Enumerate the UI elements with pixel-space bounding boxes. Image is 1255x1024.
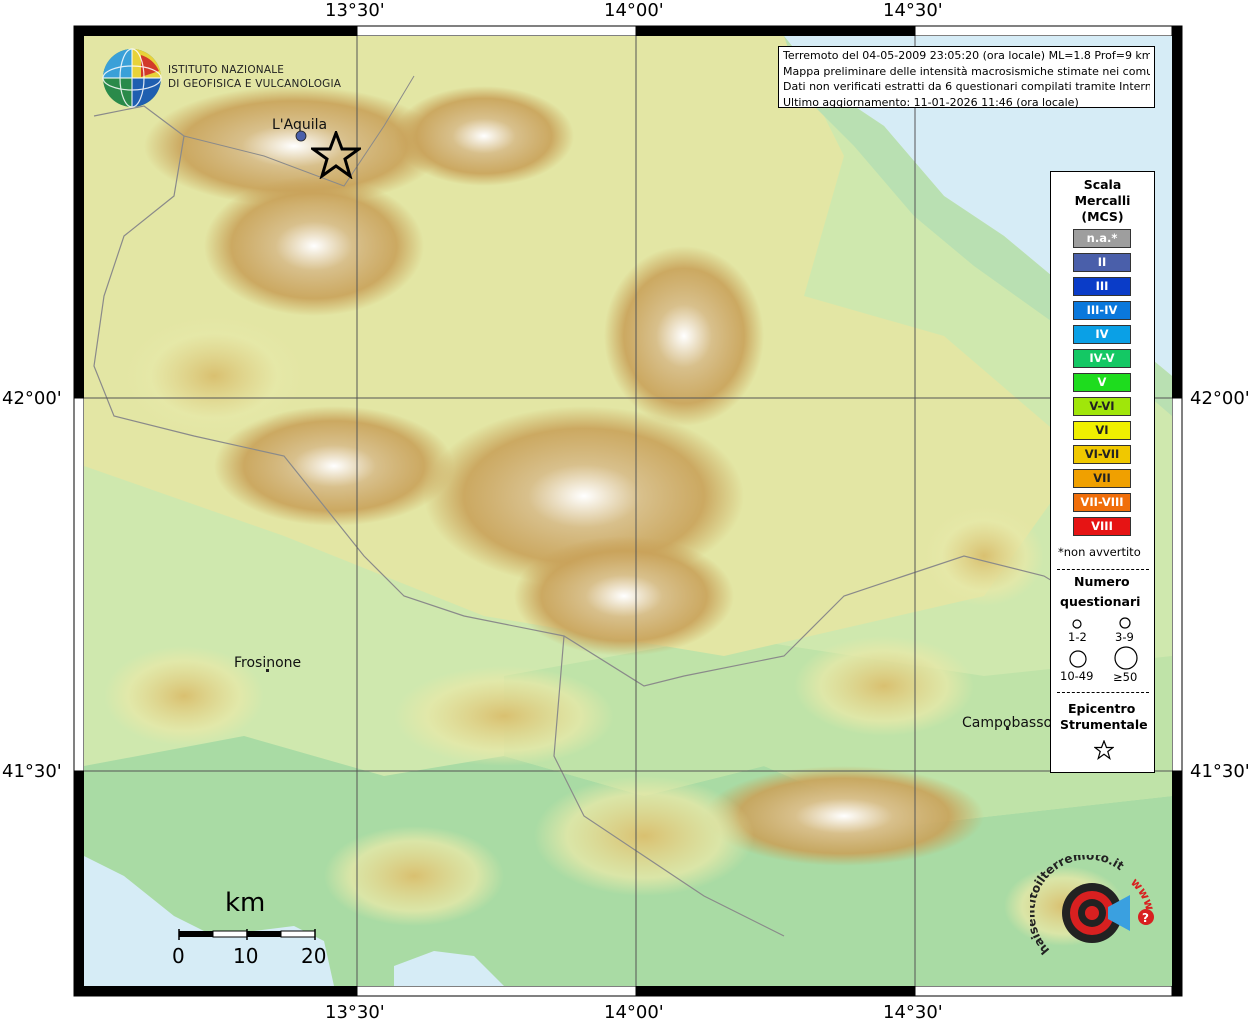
city-dot-frosinone bbox=[266, 669, 269, 672]
lat-label-left-4130: 41°30' bbox=[2, 761, 62, 782]
legend-numero-line1: Numero bbox=[1074, 574, 1130, 589]
scale-tick-20: 20 bbox=[301, 944, 327, 968]
epicenter-star-icon bbox=[311, 131, 361, 179]
legend-swatch-vii-viii: VII-VIII bbox=[1073, 493, 1131, 512]
legend-epicentro-line2: Strumentale bbox=[1060, 717, 1148, 732]
legend-swatch-iv-v: IV-V bbox=[1073, 349, 1131, 368]
lon-label-top-1400: 14°00' bbox=[604, 0, 664, 21]
legend-swatch-iii-iv: III-IV bbox=[1073, 301, 1131, 320]
size-label-3-9: 3-9 bbox=[1115, 630, 1134, 644]
info-line-3: Dati non verificati estratti da 6 questi… bbox=[783, 80, 1150, 93]
lat-label-left-4200: 42°00' bbox=[2, 388, 62, 409]
size-circle-50-icon bbox=[1114, 646, 1138, 670]
legend-swatch-vi: VI bbox=[1073, 421, 1131, 440]
ingv-globe-icon bbox=[102, 48, 162, 108]
legend-note: *non avvertito bbox=[1058, 545, 1141, 559]
size-label-1-2: 1-2 bbox=[1068, 630, 1087, 644]
mcs-legend: Scala Mercalli (MCS) n.a.* II III III-IV IV I… bbox=[1050, 171, 1155, 773]
ingv-logo-line1: ISTITUTO NAZIONALE bbox=[168, 64, 285, 76]
hsit-logo-text-b-path: www. bbox=[1128, 875, 1158, 915]
info-line-2: Mappa preliminare delle intensità macros… bbox=[783, 64, 1150, 78]
size-label-10-49: 10-49 bbox=[1060, 669, 1094, 683]
legend-swatch-viii: VIII bbox=[1073, 517, 1131, 536]
size-circle-3-9-icon bbox=[1119, 617, 1131, 629]
lat-label-right-4200: 42°00' bbox=[1190, 388, 1250, 409]
hsit-logo-icon: ? haisentitoilterremoto.it www. bbox=[1030, 855, 1158, 957]
info-line-1: Terremoto del 04-05-2009 23:05:20 (ora l… bbox=[783, 49, 1150, 62]
earthquake-info-box: Terremoto del 04-05-2009 23:05:20 (ora l… bbox=[778, 46, 1155, 109]
legend-title-line3: (MCS) bbox=[1081, 209, 1124, 224]
legend-swatch-ii: II bbox=[1073, 253, 1131, 272]
info-line-4: Ultimo aggiornamento: 11-01-2026 11:46 (… bbox=[783, 95, 1079, 109]
lon-label-top-1430: 14°30' bbox=[883, 0, 943, 21]
scale-tick-0: 0 bbox=[172, 944, 185, 968]
lon-label-bottom-1430: 14°30' bbox=[883, 1002, 943, 1023]
size-circle-1-2-icon bbox=[1072, 619, 1082, 629]
scale-tick-10: 10 bbox=[233, 944, 259, 968]
legend-title-line1: Scala bbox=[1083, 177, 1122, 192]
hsit-logo-text-b: www. bbox=[1128, 875, 1158, 915]
lon-label-bottom-1400: 14°00' bbox=[604, 1002, 664, 1023]
city-dot-laquila bbox=[295, 130, 307, 142]
legend-numero-line2: questionari bbox=[1060, 594, 1141, 609]
legend-swatch-v: V bbox=[1073, 373, 1131, 392]
legend-separator-1 bbox=[1057, 569, 1149, 570]
legend-title: Scala Mercalli (MCS) bbox=[1051, 177, 1154, 225]
terrain-map bbox=[84, 36, 1172, 986]
legend-swatch-v-vi: V-VI bbox=[1073, 397, 1131, 416]
legend-title-line2: Mercalli bbox=[1074, 193, 1131, 208]
lat-label-right-4130: 41°30' bbox=[1190, 761, 1250, 782]
size-label-50: ≥50 bbox=[1113, 670, 1138, 684]
ingv-logo-line2: DI GEOFISICA E VULCANOLOGIA bbox=[168, 78, 342, 90]
legend-swatch-vii: VII bbox=[1073, 469, 1131, 488]
legend-star-icon bbox=[1094, 740, 1114, 760]
city-dot-campobasso bbox=[1006, 727, 1009, 730]
size-circle-10-49-icon bbox=[1069, 650, 1087, 668]
legend-swatch-iv: IV bbox=[1073, 325, 1131, 344]
legend-separator-2 bbox=[1057, 692, 1149, 693]
scale-bar bbox=[178, 929, 316, 940]
ingv-logo-text: ISTITUTO NAZIONALE DI GEOFISICA E VULCAN… bbox=[168, 63, 341, 91]
lon-label-top-1330: 13°30' bbox=[325, 0, 385, 21]
legend-swatch-iii: III bbox=[1073, 277, 1131, 296]
legend-epicentro-line1: Epicentro bbox=[1068, 701, 1136, 716]
lon-label-bottom-1330: 13°30' bbox=[325, 1002, 385, 1023]
legend-swatch-vi-vii: VI-VII bbox=[1073, 445, 1131, 464]
scale-unit-label: km bbox=[225, 888, 266, 918]
legend-swatch-n-a: n.a.* bbox=[1073, 229, 1131, 248]
